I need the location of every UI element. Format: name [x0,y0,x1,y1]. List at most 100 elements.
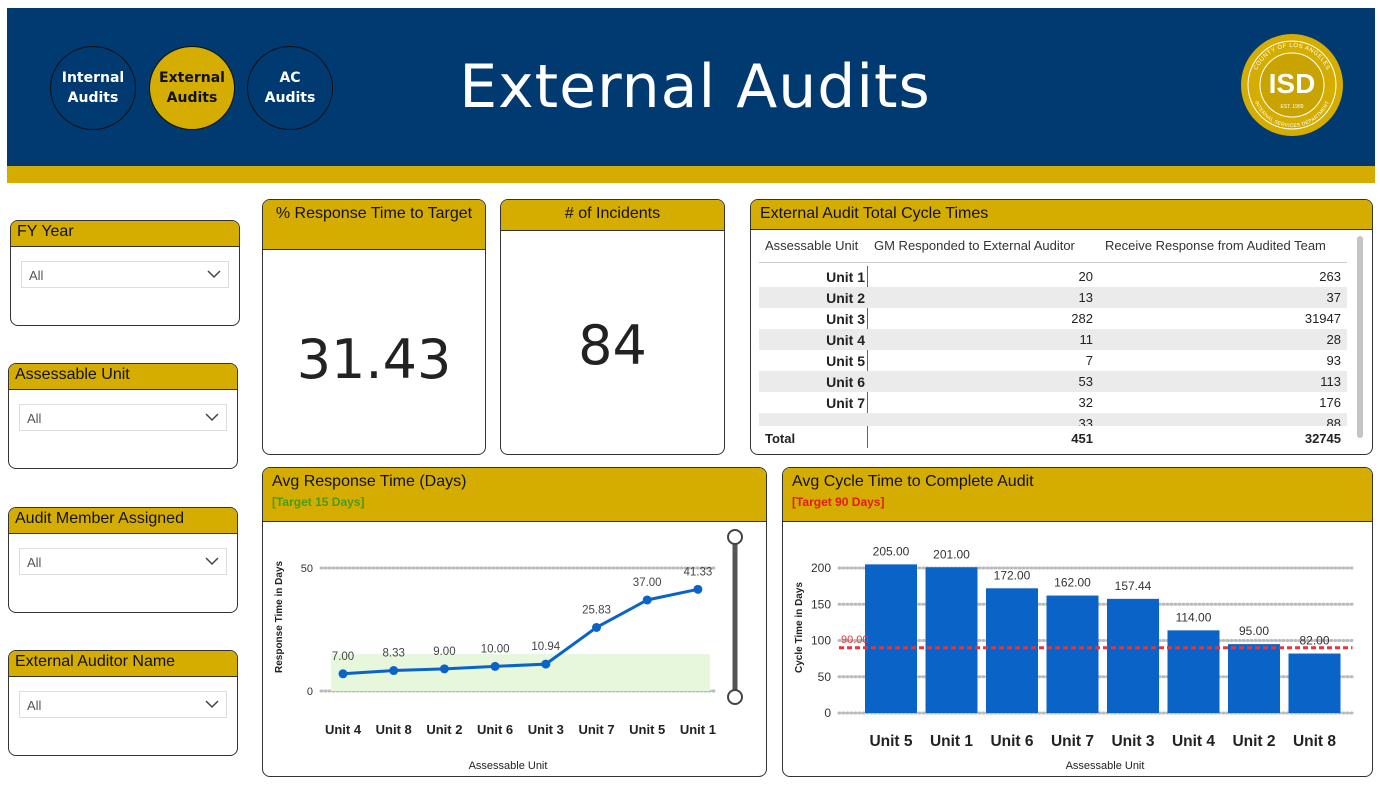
target-line-label: 90.00 [841,634,869,646]
data-label: 157.44 [1115,579,1152,593]
data-label: 172.00 [994,568,1031,582]
kpi-value: 84 [578,314,647,377]
y-tick-label: 100 [811,634,831,648]
header-gold-band [7,166,1375,183]
chart-title: Avg Cycle Time to Complete Audit [792,473,1034,490]
chart-header: Avg Response Time (Days) [Target 15 Days… [263,468,766,522]
table-row[interactable]: Unit 5 7 93 [759,350,1347,371]
kpi-title: # of Incidents [501,200,724,231]
fy-year-slicer: FY Year All [10,220,240,326]
y-tick-label: 150 [811,597,831,611]
cell-gm: 32 [1078,395,1093,410]
x-tick-label: Unit 6 [990,733,1033,750]
x-axis-title: Assessable Unit [469,760,548,772]
external-auditor-slicer: External Auditor Name All [8,650,238,756]
cell-gm: 13 [1078,290,1093,305]
audit-member-slicer: Audit Member Assigned All [8,507,238,613]
table-body: Unit 1 20 263 Unit 2 13 37 Unit 3 282 31947 Un… [759,266,1349,426]
table-row[interactable]: Unit 4 11 28 [759,329,1347,350]
table-row[interactable]: Unit 1 20 263 [759,266,1347,287]
x-axis-title: Assessable Unit [1066,760,1145,772]
cell-response: 28 [1326,332,1341,347]
data-label: 41.33 [684,566,713,578]
data-label: 162.00 [1054,576,1091,590]
cell-gm: 33 [1078,416,1093,426]
nav-label-line1: AC [279,70,301,86]
kpi-value: 31.43 [296,328,452,391]
zoom-slider-handle-top[interactable] [727,529,743,545]
data-point [693,584,703,594]
dropdown-value: All [29,268,44,283]
cell-gm: 282 [1071,311,1093,326]
data-label: 8.33 [383,648,405,660]
x-tick-label: Unit 1 [680,722,716,737]
nav-label-line1: Internal [61,70,125,86]
slicer-title: Audit Member Assigned [9,508,237,534]
data-point [642,595,652,605]
chevron-down-icon [205,557,219,566]
fy-year-dropdown[interactable]: All [21,261,229,288]
data-point [490,661,500,671]
nav-label-line2: Audits [166,90,218,106]
data-label: 201.00 [933,547,970,561]
cell-total-response: 32745 [1304,431,1341,446]
column-header[interactable]: GM Responded to External Auditor [874,238,1075,253]
y-tick-label: 0 [824,706,831,720]
audit-member-dropdown[interactable]: All [19,548,227,575]
data-label: 7.00 [332,651,354,663]
cell-unit: Unit 7 [826,395,865,411]
table-row[interactable]: Unit 3 282 31947 [759,308,1347,329]
isd-logo: COUNTY OF LOS ANGELES INTERNAL SERVICES … [1241,34,1343,136]
dropdown-value: All [27,411,42,426]
assessable-unit-dropdown[interactable]: All [19,404,227,431]
table-total-row: Total 451 32745 [759,428,1347,449]
y-tick-label: 0 [307,686,313,698]
table-row[interactable]: Unit 7 32 176 [759,392,1347,413]
y-axis-title: Response Time in Days [274,560,285,673]
data-point [592,622,601,632]
table-row[interactable]: Unit 6 53 113 [759,371,1347,392]
y-tick-label: 50 [301,563,313,575]
cell-gm: 20 [1078,269,1093,284]
incidents-kpi-card: # of Incidents 84 [500,199,725,455]
data-label: 9.00 [433,646,455,658]
x-tick-label: Unit 5 [869,733,912,750]
nav-internal-audits-button[interactable]: Internal Audits [50,46,136,130]
response-time-kpi-card: % Response Time to Target 31.43 [262,199,486,455]
nav-label-line2: Audits [264,90,316,106]
cell-response: 31947 [1304,311,1341,326]
cell-unit: Unit 2 [826,290,865,306]
external-auditor-dropdown[interactable]: All [19,691,227,718]
bar [1167,630,1220,713]
logo-est: EST. 1989 [1280,104,1303,110]
x-tick-label: Unit 7 [1051,733,1094,750]
zoom-slider-handle-bottom[interactable] [727,689,743,705]
slicer-title: FY Year [11,221,239,247]
bar [1107,598,1159,713]
nav-label-line2: Audits [67,90,119,106]
bar [986,588,1038,713]
cell-total-label: Total [765,431,796,446]
data-label: 25.83 [582,604,611,616]
cell-response: 93 [1326,353,1341,368]
kpi-title: % Response Time to Target [263,200,485,250]
x-tick-label: Unit 8 [376,722,412,737]
y-axis-title: Cycle Time in Days [794,582,805,673]
table-row[interactable]: Unit 2 13 37 [759,287,1347,308]
nav-ac-audits-button[interactable]: AC Audits [247,46,333,130]
x-tick-label: Unit 2 [1232,733,1275,750]
nav-external-audits-button[interactable]: External Audits [149,46,235,130]
column-header[interactable]: Receive Response from Audited Team [1105,238,1326,253]
bar [1046,595,1099,713]
cell-unit: Unit 6 [826,374,865,390]
slicer-title: Assessable Unit [9,364,237,390]
x-tick-label: Unit 4 [1172,733,1215,750]
assessable-unit-slicer: Assessable Unit All [8,363,238,469]
table-scrollbar[interactable] [1357,236,1363,438]
cell-response: 113 [1320,374,1341,389]
cell-unit: Unit 1 [826,269,865,285]
data-label: 10.00 [481,643,510,655]
table-row[interactable]: 33 88 [759,413,1347,426]
data-point [541,659,551,669]
column-header[interactable]: Assessable Unit [765,238,858,253]
